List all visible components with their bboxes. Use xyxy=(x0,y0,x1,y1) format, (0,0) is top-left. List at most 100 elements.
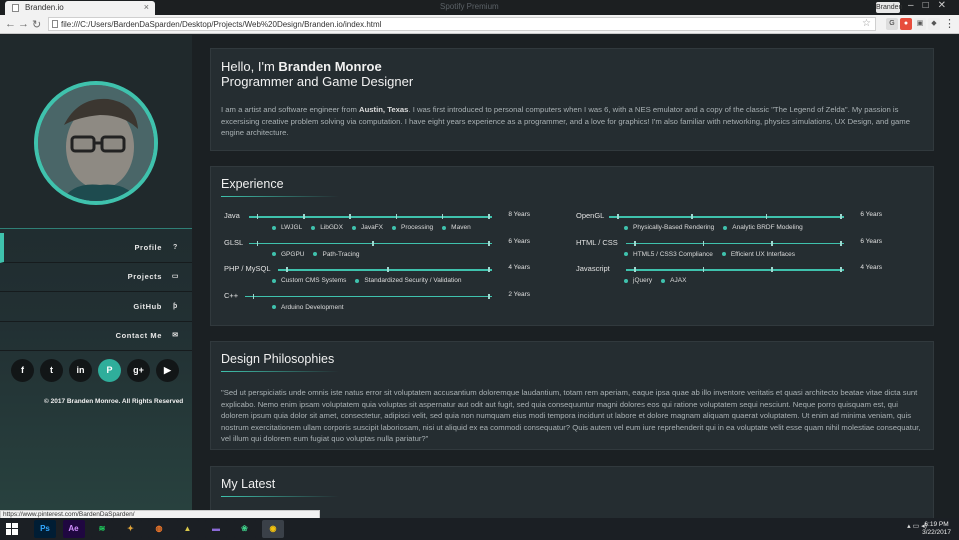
skill-tag-label: Arduino Development xyxy=(281,303,344,311)
skill-tags: Physically-Based Rendering Analytic BRDF … xyxy=(624,224,803,231)
skill-tag: Processing xyxy=(392,224,433,231)
skill-tag: Path-Tracing xyxy=(313,251,359,258)
spotify-icon[interactable]: ≋ xyxy=(91,520,113,538)
name-text: Branden Monroe xyxy=(278,59,382,74)
skill-row: GLSL 6 Years GPGPU Path-Tracing xyxy=(220,238,530,265)
skill-tag: Efficient UX Interfaces xyxy=(721,250,796,258)
blender-icon[interactable]: ◍ xyxy=(148,520,170,538)
skill-bar xyxy=(626,242,844,244)
app-icon-3[interactable]: ▬ xyxy=(205,520,227,538)
nav-contact[interactable]: Contact Me ✉ xyxy=(0,322,192,351)
latest-title: My Latest xyxy=(221,477,276,491)
facebook-icon[interactable]: f xyxy=(11,359,34,382)
philosophy-card: Design Philosophies "Sed ut perspiciatis… xyxy=(210,341,934,450)
title-underline xyxy=(221,196,339,197)
translate-icon[interactable]: G xyxy=(886,18,898,30)
skill-tags: jQuery AJAX xyxy=(624,277,686,284)
skill-row: C++ 2 Years Arduino Development xyxy=(220,291,530,318)
skill-tag-label: GPGPU xyxy=(281,250,305,258)
bullet-icon xyxy=(272,252,276,256)
skill-tag-label: Standardized Security / Validation xyxy=(364,277,462,284)
extension-icon-2[interactable]: ◆ xyxy=(928,18,940,30)
skill-tag-label: Processing xyxy=(401,224,434,231)
profile-button[interactable]: Branden xyxy=(876,2,902,13)
adblock-icon[interactable]: ● xyxy=(900,18,912,30)
skill-tick xyxy=(252,293,255,299)
skill-name: C++ xyxy=(224,290,239,300)
bullet-icon xyxy=(442,225,447,230)
skill-tick xyxy=(702,267,705,272)
main-content: Hello, I'm Branden Monroe Programmer and… xyxy=(192,35,959,518)
skill-tag: Arduino Development xyxy=(272,304,344,311)
youtube-icon[interactable]: ▶ xyxy=(156,359,179,382)
skill-tick xyxy=(395,214,398,219)
chrome-icon[interactable]: ◉ xyxy=(262,520,284,538)
skill-tick xyxy=(488,293,490,299)
skill-tick xyxy=(691,214,693,219)
twitter-icon[interactable]: t xyxy=(40,359,63,382)
menu-icon[interactable]: ⋮ xyxy=(944,17,955,30)
window-controls[interactable]: –□✕ xyxy=(908,0,955,11)
bullet-icon xyxy=(723,225,728,230)
skill-name: Java xyxy=(224,211,240,220)
skill-tick xyxy=(840,214,842,219)
skill-tag: Analytic BRDF Modeling xyxy=(723,224,803,231)
nav-profile[interactable]: Profile ? xyxy=(0,233,192,263)
skill-row: PHP / MySQL 4 Years Custom CMS Systems Stan… xyxy=(220,264,530,291)
app-icon-4[interactable]: ❀ xyxy=(233,520,256,538)
reload-icon[interactable]: ↻ xyxy=(32,18,41,31)
clock-date: 3/22/2017 xyxy=(922,529,951,536)
address-text: file:///C:/Users/BardenDaSparden/Desktop… xyxy=(61,20,382,29)
skill-row: OpenGL 6 Years Physically-Based Rendering A… xyxy=(572,211,882,238)
skill-tick xyxy=(634,240,636,246)
envelope-icon: ✉ xyxy=(172,332,179,340)
address-bar[interactable]: file:///C:/Users/BardenDaSparden/Desktop… xyxy=(48,17,876,31)
skill-tags: Arduino Development xyxy=(272,304,344,311)
git-branch-icon: ƥ xyxy=(173,302,178,310)
close-tab-icon[interactable]: × xyxy=(144,2,149,12)
clock[interactable]: 6:19 PM 3/22/2017 xyxy=(922,521,951,537)
skill-tick xyxy=(840,240,842,246)
browser-tab[interactable]: Branden.io × xyxy=(5,1,155,15)
skill-tick xyxy=(702,240,705,246)
skill-bar xyxy=(278,269,492,271)
page-icon xyxy=(52,20,58,28)
googleplus-icon[interactable]: g+ xyxy=(127,359,150,382)
nav-github[interactable]: GitHub ƥ xyxy=(0,292,192,322)
skill-tag-label: LWJGL xyxy=(281,224,303,231)
skill-tag-label: Efficient UX Interfaces xyxy=(730,250,796,258)
linkedin-icon[interactable]: in xyxy=(69,359,92,382)
skill-bar xyxy=(244,295,492,297)
page-icon xyxy=(12,4,19,12)
nav-github-label: GitHub xyxy=(133,301,162,311)
philosophy-text: "Sed ut perspiciatis unde omnis iste nat… xyxy=(221,388,921,443)
extension-icon[interactable]: ▣ xyxy=(914,18,926,30)
bullet-icon xyxy=(272,305,276,309)
skill-tick xyxy=(488,240,490,246)
bio-city: Austin, Texas xyxy=(359,105,409,114)
app-icon-2[interactable]: ▲ xyxy=(176,520,199,538)
skill-bar xyxy=(248,242,492,244)
photoshop-icon[interactable]: Ps xyxy=(34,520,56,538)
role-heading: Programmer and Game Designer xyxy=(221,74,414,89)
greeting-heading: Hello, I'm Branden Monroe xyxy=(221,59,923,74)
skill-name: HTML / CSS xyxy=(576,237,618,247)
skill-name: OpenGL xyxy=(576,211,605,220)
help-circle-icon: ? xyxy=(173,243,178,251)
nav-profile-label: Profile xyxy=(134,242,162,252)
windows-start-icon[interactable] xyxy=(6,523,18,535)
pinterest-icon[interactable]: P xyxy=(98,359,121,382)
greeting-text: Hello, I'm xyxy=(221,59,279,74)
skill-bar xyxy=(609,216,844,218)
nav-projects[interactable]: Projects ▭ xyxy=(0,263,192,292)
bookmark-star-icon[interactable]: ☆ xyxy=(862,18,871,29)
page: Profile ? Projects ▭ GitHub ƥ Contact Me… xyxy=(0,35,959,518)
skill-tag: HTML5 / CSS3 Compliance xyxy=(624,251,713,258)
sidebar-nav: Profile ? Projects ▭ GitHub ƥ Contact Me… xyxy=(0,233,192,351)
skill-tick xyxy=(441,214,444,219)
back-icon[interactable]: ← xyxy=(5,18,16,30)
skill-tag: LWJGL xyxy=(272,224,302,231)
app-icon-1[interactable]: ✦ xyxy=(119,520,142,538)
forward-icon[interactable]: → xyxy=(18,18,29,30)
after-effects-icon[interactable]: Ae xyxy=(62,520,85,538)
